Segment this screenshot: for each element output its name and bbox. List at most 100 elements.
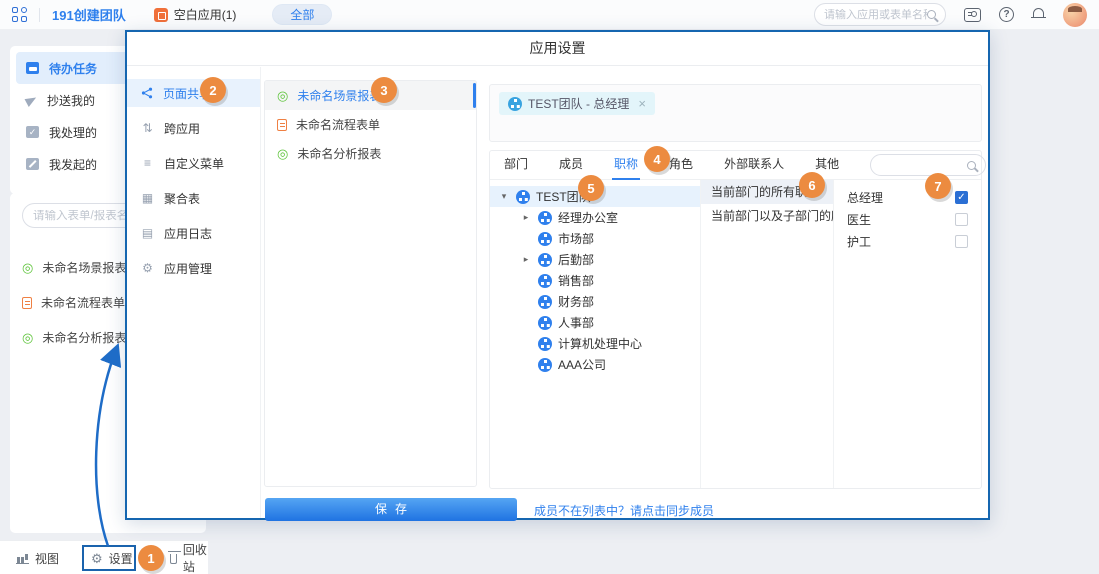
tree-node-manager-office[interactable]: ▸ 经理办公室: [490, 207, 700, 228]
job-title-general-manager[interactable]: 总经理 ✓: [834, 186, 981, 208]
picker-search[interactable]: [870, 154, 986, 176]
notifications-icon[interactable]: [1032, 8, 1045, 21]
menu-item-label: 跨应用: [164, 120, 200, 137]
tree-node-label: 经理办公室: [558, 209, 618, 226]
menu-item-aggregate-table[interactable]: ▦ 聚合表: [127, 184, 260, 212]
picker-search-input[interactable]: [880, 158, 967, 173]
tree-node-computing-center[interactable]: 计算机处理中心: [490, 333, 700, 354]
bar-chart-icon: [16, 553, 29, 564]
tree-node-label: 计算机处理中心: [558, 335, 642, 352]
tree-node-logistics[interactable]: ▸ 后勤部: [490, 249, 700, 270]
chevron-down-icon[interactable]: ▾: [498, 191, 510, 202]
checkbox-unchecked[interactable]: [955, 235, 968, 248]
recycle-label: 回收站: [183, 541, 208, 574]
scene-report-icon: ◎: [22, 261, 33, 274]
menu-item-app-manage[interactable]: ⚙ 应用管理: [127, 254, 260, 282]
user-avatar[interactable]: [1063, 3, 1087, 27]
job-title-doctor[interactable]: 医生: [834, 208, 981, 230]
global-search-input[interactable]: [824, 9, 927, 21]
page-item-label: 未命名分析报表: [297, 145, 381, 162]
team-name-link[interactable]: 191创建团队: [52, 5, 126, 24]
tab-role[interactable]: 角色: [669, 151, 693, 180]
annotation-badge-5: 5: [578, 175, 604, 201]
tab-external-contact[interactable]: 外部联系人: [724, 151, 784, 180]
tree-node-finance[interactable]: 财务部: [490, 291, 700, 312]
form-item-label: 未命名分析报表: [42, 329, 126, 346]
modal-menu: 页面共享 ⇅ 跨应用 ≡ 自定义菜单 ▦ 聚合表 ▤ 应用日志 ⚙ 应用管理: [127, 67, 261, 518]
chevron-right-icon[interactable]: ▸: [520, 212, 532, 223]
invite-member-icon[interactable]: [964, 8, 981, 22]
menu-item-cross-app[interactable]: ⇅ 跨应用: [127, 114, 260, 142]
checkbox-unchecked[interactable]: [955, 213, 968, 226]
menu-item-app-log[interactable]: ▤ 应用日志: [127, 219, 260, 247]
analysis-report-icon: ◎: [22, 331, 33, 344]
department-tree: ▾ TEST团队 ▸ 经理办公室 市场部 ▸: [490, 180, 700, 488]
current-app-chip[interactable]: 空白应用(1): [154, 6, 237, 23]
calendar-icon: [26, 62, 39, 74]
flow-form-icon: [277, 119, 287, 131]
search-icon: [967, 161, 976, 170]
page-item-scene-report[interactable]: ◎ 未命名场景报表: [265, 81, 476, 110]
modal-title: 应用设置: [127, 32, 988, 66]
tree-node-sales[interactable]: 销售部: [490, 270, 700, 291]
app-name-label: 空白应用(1): [174, 6, 237, 23]
selected-tag[interactable]: TEST团队 - 总经理 ×: [499, 92, 655, 115]
menu-item-custom-menu[interactable]: ≡ 自定义菜单: [127, 149, 260, 177]
menu-item-label: 应用日志: [164, 225, 212, 242]
page-item-flow-form[interactable]: 未命名流程表单: [265, 110, 476, 139]
page-item-label: 未命名流程表单: [296, 116, 380, 133]
sync-members-link[interactable]: 成员不在列表中？请点击同步成员: [534, 502, 714, 519]
app-settings-modal: 应用设置 页面共享 ⇅ 跨应用 ≡ 自定义菜单 ▦ 聚合表: [125, 30, 990, 520]
tree-node-label: 财务部: [558, 293, 594, 310]
views-button[interactable]: 视图: [16, 541, 59, 574]
table-grid-icon: ▦: [141, 192, 154, 204]
annotation-badge-7: 7: [925, 173, 951, 199]
job-title-label: 总经理: [847, 189, 883, 206]
analysis-report-icon: ◎: [277, 147, 288, 160]
global-search[interactable]: [814, 3, 946, 26]
menu-item-page-share[interactable]: 页面共享: [127, 79, 260, 107]
department-icon: [538, 337, 552, 351]
apps-grid-icon[interactable]: [12, 7, 27, 22]
checkbox-checked[interactable]: ✓: [955, 191, 968, 204]
form-item-label: 未命名流程表单: [41, 294, 125, 311]
settings-highlight-box: [82, 545, 136, 571]
log-doc-icon: ▤: [141, 227, 154, 239]
picker-tab-bar: 部门 成员 职称 角色 外部联系人 其他: [490, 151, 981, 180]
recycle-bin-button[interactable]: 回收站: [170, 541, 208, 574]
job-title-list: 总经理 ✓ 医生 护工: [833, 180, 981, 488]
department-icon: [538, 232, 552, 246]
views-label: 视图: [35, 550, 59, 567]
tab-job-title[interactable]: 职称: [614, 151, 638, 180]
tab-department[interactable]: 部门: [504, 151, 528, 180]
send-icon: [25, 93, 39, 106]
edit-doc-icon: [26, 158, 39, 170]
tree-node-hr[interactable]: 人事部: [490, 312, 700, 333]
help-icon[interactable]: ?: [999, 7, 1014, 22]
job-title-label: 医生: [847, 211, 871, 228]
scene-report-icon: ◎: [277, 89, 288, 102]
annotation-badge-2: 2: [200, 77, 226, 103]
tag-close-icon[interactable]: ×: [638, 96, 646, 111]
selected-tag-label: TEST团队 - 总经理: [528, 95, 629, 112]
menu-lines-icon: ≡: [141, 157, 154, 169]
tab-member[interactable]: 成员: [559, 151, 583, 180]
menu-item-label: 应用管理: [164, 260, 212, 277]
department-icon: [516, 190, 530, 204]
tree-node-marketing[interactable]: 市场部: [490, 228, 700, 249]
chevron-right-icon[interactable]: ▸: [520, 254, 532, 265]
page-item-analysis-report[interactable]: ◎ 未命名分析报表: [265, 139, 476, 168]
save-button[interactable]: 保存: [265, 498, 517, 521]
department-icon: [538, 295, 552, 309]
scope-options: 当前部门的所有职称 当前部门以及子部门的所...: [700, 180, 833, 488]
job-title-label: 护工: [847, 233, 871, 250]
tree-node-aaa-company[interactable]: AAA公司: [490, 354, 700, 375]
job-title-nurse[interactable]: 护工: [834, 230, 981, 252]
scope-current-and-sub-dept[interactable]: 当前部门以及子部门的所...: [701, 204, 833, 228]
team-icon: [508, 97, 522, 111]
annotation-badge-3: 3: [371, 77, 397, 103]
topbar: 191创建团队 空白应用(1) 全部 ?: [0, 0, 1099, 30]
sidebar-item-label: 抄送我的: [47, 92, 95, 109]
filter-all-pill[interactable]: 全部: [272, 4, 332, 25]
picker-body: ▾ TEST团队 ▸ 经理办公室 市场部 ▸: [490, 180, 981, 488]
